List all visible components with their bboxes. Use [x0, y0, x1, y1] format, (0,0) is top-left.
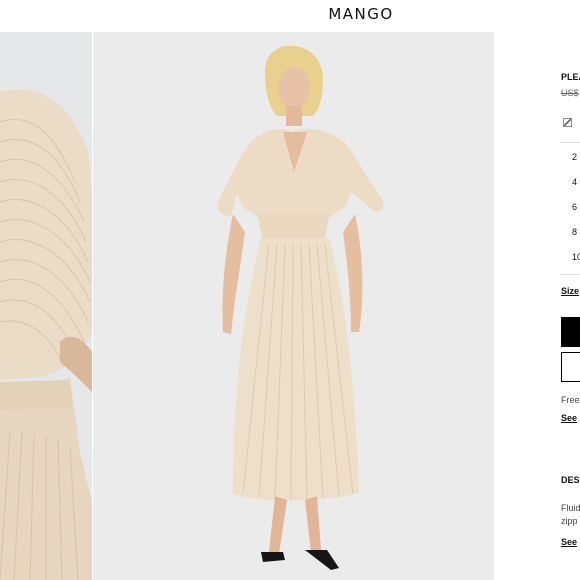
product-image-main[interactable] — [93, 32, 494, 580]
description-line: Fluid — [561, 503, 580, 513]
add-to-bag-button[interactable] — [561, 317, 580, 347]
wishlist-button[interactable] — [561, 352, 580, 382]
product-info-panel: PLEA US$ 2 4 6 8 10 Size Free See DES Fl… — [561, 32, 580, 580]
size-option[interactable]: 6 — [572, 202, 577, 212]
divider — [561, 142, 580, 143]
description-line: zipp — [561, 516, 578, 526]
description-link[interactable]: See — [561, 537, 577, 547]
divider — [561, 274, 580, 275]
product-image-closeup[interactable] — [0, 32, 92, 580]
color-swatch-icon[interactable] — [563, 118, 572, 127]
closeup-photo — [0, 32, 92, 580]
size-option[interactable]: 8 — [572, 227, 577, 237]
size-option[interactable]: 10 — [572, 252, 580, 262]
size-option[interactable]: 2 — [572, 152, 577, 162]
product-title: PLEA — [561, 72, 580, 82]
description-heading[interactable]: DES — [561, 475, 580, 485]
product-price: US$ — [561, 88, 579, 98]
shipping-text: Free — [561, 395, 580, 405]
brand-logo[interactable]: MANGO — [0, 5, 580, 23]
shipping-link[interactable]: See — [561, 413, 577, 423]
size-option[interactable]: 4 — [572, 177, 577, 187]
site-header: MANGO — [0, 0, 580, 32]
model-photo — [93, 32, 494, 580]
size-guide-link[interactable]: Size — [561, 286, 579, 296]
